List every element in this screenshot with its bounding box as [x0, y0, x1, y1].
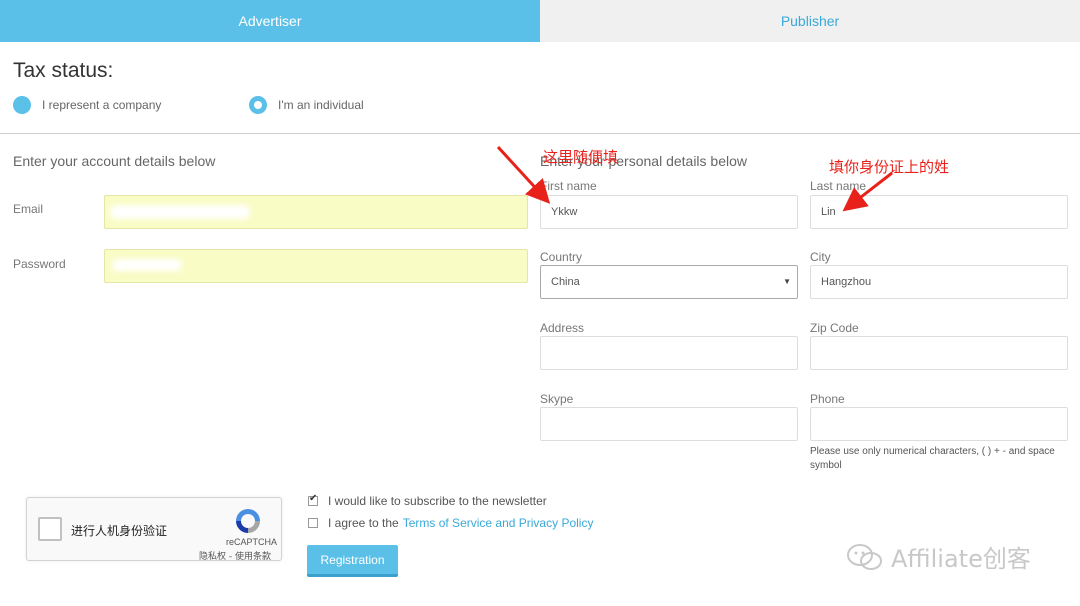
address-label: Address: [540, 321, 585, 335]
newsletter-label: I would like to subscribe to the newslet…: [328, 494, 547, 508]
chevron-down-icon: ▼: [783, 277, 791, 286]
terms-row[interactable]: I agree to the Terms of Service and Priv…: [308, 516, 593, 530]
first-name-annotation: 这里随便填: [543, 148, 619, 166]
tab-advertiser[interactable]: Advertiser: [0, 0, 540, 42]
radio-company-icon[interactable]: [13, 96, 31, 114]
newsletter-checkbox[interactable]: [308, 493, 318, 506]
recaptcha-links[interactable]: 隐私权 - 使用条款: [199, 549, 271, 562]
first-name-label: First name: [540, 179, 597, 193]
registration-button[interactable]: Registration: [307, 545, 398, 577]
recaptcha-logo-icon: [236, 509, 260, 533]
account-heading: Enter your account details below: [13, 153, 216, 169]
skype-input[interactable]: [540, 407, 798, 441]
section-divider: [0, 133, 1080, 134]
radio-company-label: I represent a company: [42, 98, 162, 112]
city-label: City: [810, 250, 831, 264]
email-redaction: [110, 205, 250, 219]
email-label: Email: [13, 202, 44, 216]
phone-hint: Please use only numerical characters, ( …: [810, 446, 1055, 471]
country-value: China: [551, 276, 580, 288]
last-name-label: Last name: [810, 179, 867, 193]
city-input[interactable]: [810, 265, 1068, 299]
tax-status-title: Tax status:: [13, 59, 114, 82]
recaptcha-checkbox[interactable]: [38, 517, 62, 541]
password-redaction: [112, 259, 182, 271]
watermark-text: Affiliate创客: [891, 545, 1031, 573]
first-name-arrow-icon: [496, 145, 551, 204]
zip-label: Zip Code: [810, 321, 859, 335]
password-label: Password: [13, 257, 66, 271]
terms-prefix: I agree to the: [328, 516, 399, 530]
address-input[interactable]: [540, 336, 798, 370]
recaptcha-widget: 进行人机身份验证 reCAPTCHA 隐私权 - 使用条款: [26, 497, 282, 562]
tab-publisher[interactable]: Publisher: [540, 0, 1080, 42]
recaptcha-text: 进行人机身份验证: [71, 524, 168, 538]
country-select[interactable]: China ▼: [540, 265, 798, 299]
last-name-annotation: 填你身份证上的姓: [829, 158, 950, 176]
terms-link[interactable]: Terms of Service and Privacy Policy: [403, 516, 594, 530]
newsletter-row[interactable]: I would like to subscribe to the newslet…: [308, 493, 547, 508]
radio-company[interactable]: I represent a company: [13, 96, 161, 114]
terms-checkbox[interactable]: [308, 518, 318, 528]
role-tabs: Advertiser Publisher: [0, 0, 1080, 42]
zip-input[interactable]: [810, 336, 1068, 370]
wechat-icon: [847, 543, 882, 570]
phone-label: Phone: [810, 392, 845, 406]
recaptcha-brand: reCAPTCHA: [225, 537, 277, 547]
radio-individual-icon[interactable]: [249, 96, 267, 114]
last-name-input[interactable]: [810, 195, 1068, 229]
radio-individual[interactable]: I'm an individual: [249, 96, 364, 114]
radio-individual-label: I'm an individual: [278, 98, 364, 112]
country-label: Country: [540, 250, 583, 264]
phone-input[interactable]: [810, 407, 1068, 441]
watermark: Affiliate创客: [845, 539, 1031, 574]
skype-label: Skype: [540, 392, 574, 406]
first-name-input[interactable]: [540, 195, 798, 229]
